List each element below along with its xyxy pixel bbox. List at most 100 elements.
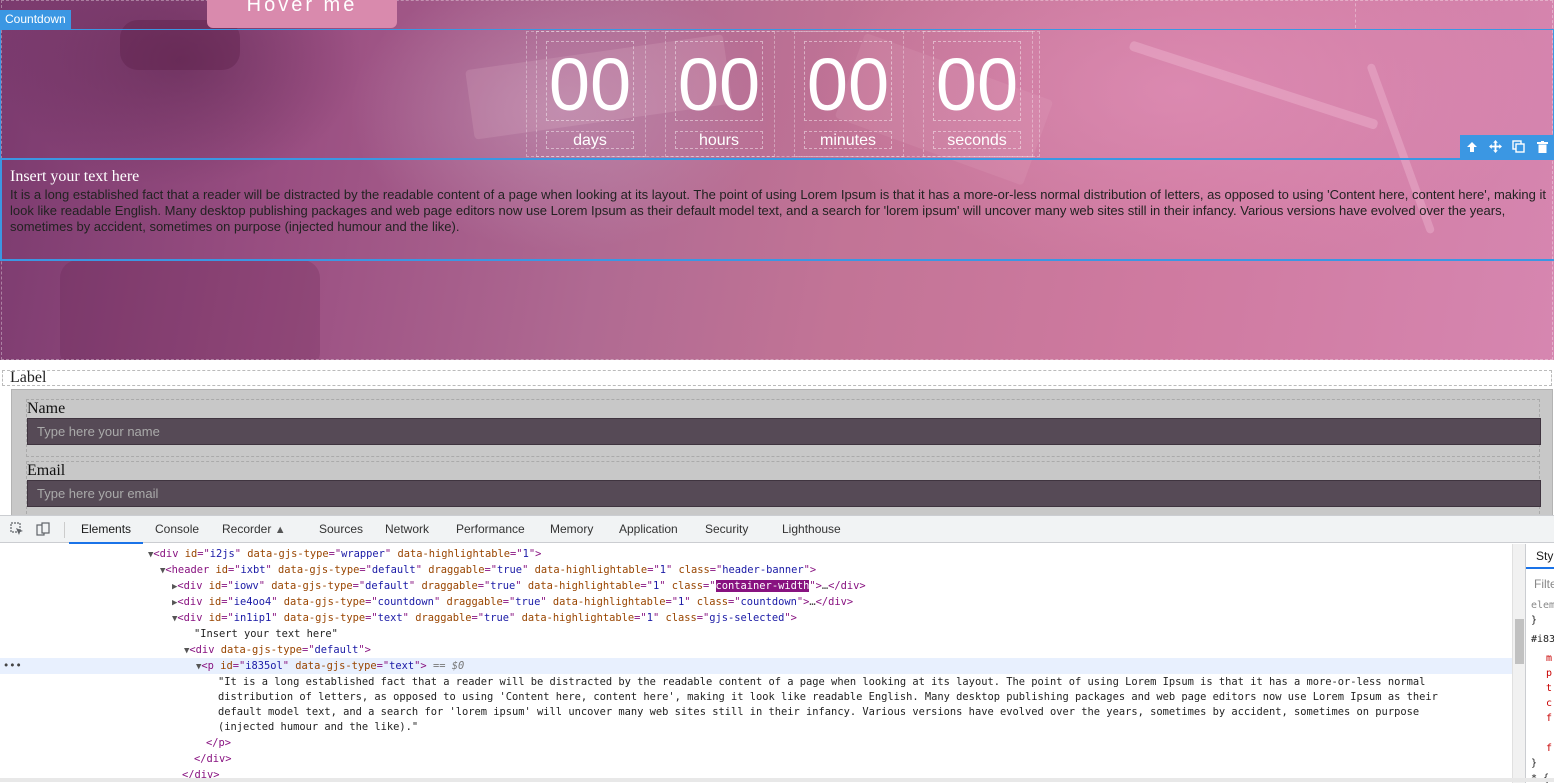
dom-node-selected[interactable]: •••▼<p id="i835ol" data-gjs-type="text">…	[0, 658, 1512, 674]
attr-value: ixbt	[241, 564, 266, 576]
attr-value: i2js	[210, 548, 235, 560]
tab-memory[interactable]: Memory	[550, 516, 593, 543]
tab-elements[interactable]: Elements	[81, 516, 131, 543]
dom-tree[interactable]: ▼<div id="i2js" data-gjs-type="wrapper" …	[0, 544, 1512, 783]
countdown-minutes[interactable]: 00 minutes	[794, 31, 904, 157]
editor-canvas[interactable]: Hover me Countdown 00 days 00 hours 00 m…	[0, 0, 1554, 515]
text-block-paragraph[interactable]: It is a long established fact that a rea…	[10, 187, 1554, 235]
attr-value: in1ip1	[234, 612, 272, 624]
tab-lighthouse[interactable]: Lighthouse	[782, 516, 841, 543]
email-input[interactable]: Type here your email	[27, 480, 1541, 507]
flask-icon: ▲	[275, 524, 286, 536]
tab-security[interactable]: Security	[705, 516, 748, 543]
attr-value: iowv	[234, 580, 259, 592]
attr-value: gjs-selected	[709, 612, 784, 624]
attr-value: true	[515, 596, 540, 608]
email-label: Email	[27, 462, 65, 480]
text-block[interactable]: Insert your text here It is a long estab…	[0, 158, 1554, 260]
arrow-up-icon[interactable]	[1460, 135, 1484, 158]
styles-pane[interactable]: Styl Filte elem } #i83 m p t c f f } * {	[1525, 544, 1554, 783]
dom-text-node[interactable]: default model text, and a search for 'lo…	[0, 704, 1512, 720]
attr-value: text	[389, 660, 414, 672]
dom-node[interactable]: ▶<div id="iowv" data-gjs-type="default" …	[0, 578, 1512, 594]
dom-node[interactable]: ▼<div id="i2js" data-gjs-type="wrapper" …	[0, 546, 1512, 562]
dom-node[interactable]: ▼<div id="in1ip1" data-gjs-type="text" d…	[0, 610, 1512, 626]
name-label: Name	[27, 400, 65, 418]
devtools-tabbar: Elements Console Recorder ▲ Sources Netw…	[0, 516, 1554, 543]
bottom-edge	[0, 778, 1554, 782]
name-input[interactable]: Type here your name	[27, 418, 1541, 445]
styles-line: f	[1546, 713, 1552, 724]
move-icon[interactable]	[1484, 135, 1508, 158]
countdown-seconds[interactable]: 00 seconds	[923, 31, 1033, 157]
component-badge: Countdown	[0, 10, 71, 29]
tab-application[interactable]: Application	[619, 516, 678, 543]
attr-value: i835ol	[245, 660, 283, 672]
styles-line: #i83	[1531, 634, 1554, 645]
attr-value: ie4oo4	[234, 596, 272, 608]
attr-value: countdown	[378, 596, 434, 608]
label-outline	[2, 370, 1552, 386]
copy-icon[interactable]	[1507, 135, 1531, 158]
inspect-element-icon[interactable]	[8, 520, 26, 538]
tab-sources[interactable]: Sources	[319, 516, 363, 543]
dom-node[interactable]: ▶<div id="ie4oo4" data-gjs-type="countdo…	[0, 594, 1512, 610]
styles-line: elem	[1531, 600, 1554, 611]
tab-network[interactable]: Network	[385, 516, 429, 543]
styles-line: t	[1546, 683, 1552, 694]
tab-recorder-label: Recorder	[222, 522, 271, 536]
attr-value: true	[497, 564, 522, 576]
tab-console[interactable]: Console	[155, 516, 199, 543]
dom-text-node[interactable]: "Insert your text here"	[0, 626, 1512, 642]
styles-line: p	[1546, 668, 1552, 679]
countdown-days-label: days	[546, 131, 634, 149]
dom-node[interactable]: ▼<div data-gjs-type="default">	[0, 642, 1512, 658]
attr-value: default	[365, 580, 409, 592]
dom-close-tag[interactable]: </p>	[0, 735, 1512, 751]
device-toolbar-icon[interactable]	[34, 520, 52, 538]
styles-line: m	[1546, 653, 1552, 664]
text-node-value: "Insert your text here"	[194, 628, 338, 640]
scrollbar-thumb[interactable]	[1515, 619, 1524, 664]
search-highlight: container-width	[716, 580, 810, 592]
dom-close-tag[interactable]: </div>	[0, 751, 1512, 767]
dom-text-node[interactable]: distribution of letters, as opposed to u…	[0, 689, 1512, 705]
dom-text-node[interactable]: (injected humour and the like)."	[0, 719, 1512, 735]
dom-text-node[interactable]: "It is a long established fact that a re…	[0, 674, 1512, 690]
name-field-group: Name Type here your name	[26, 399, 1540, 457]
container-outline	[1355, 0, 1356, 28]
countdown-hours-label: hours	[675, 131, 763, 149]
countdown-minutes-label: minutes	[804, 131, 892, 149]
dom-node[interactable]: ▼<header id="ixbt" data-gjs-type="defaul…	[0, 562, 1512, 578]
countdown-hours[interactable]: 00 hours	[665, 31, 775, 157]
tab-performance[interactable]: Performance	[456, 516, 525, 543]
devtools-panel: Elements Console Recorder ▲ Sources Netw…	[0, 515, 1554, 782]
tab-styles[interactable]: Styl	[1526, 544, 1554, 569]
console-ref: == $0	[433, 660, 464, 672]
attr-value: default	[315, 644, 359, 656]
component-toolbar	[1460, 135, 1554, 158]
styles-filter-input[interactable]: Filte	[1534, 577, 1554, 591]
countdown-seconds-value: 00	[933, 41, 1021, 121]
email-field-group: Email Type here your email	[26, 461, 1540, 515]
delete-icon[interactable]	[1531, 135, 1554, 158]
form-label[interactable]: Label	[10, 369, 46, 387]
styles-line: }	[1531, 615, 1537, 626]
text-block-title[interactable]: Insert your text here	[10, 168, 139, 186]
attr-value: header-banner	[722, 564, 803, 576]
dom-scrollbar[interactable]	[1512, 544, 1525, 783]
attr-value: text	[378, 612, 403, 624]
hover-me-button[interactable]: Hover me	[207, 0, 397, 28]
countdown-days[interactable]: 00 days	[536, 31, 646, 157]
styles-line: c	[1546, 698, 1552, 709]
more-options-icon[interactable]: •••	[0, 658, 196, 674]
paragraph-text-line: (injected humour and the like)."	[218, 721, 418, 733]
attr-value: countdown	[741, 596, 797, 608]
styles-line: }	[1531, 758, 1537, 769]
toolbar-divider	[64, 522, 65, 538]
contact-form[interactable]: Name Type here your name Email Type here…	[11, 389, 1553, 515]
tab-recorder[interactable]: Recorder ▲	[222, 516, 286, 543]
styles-line: f	[1546, 743, 1552, 754]
countdown-hours-value: 00	[675, 41, 763, 121]
countdown-minutes-value: 00	[804, 41, 892, 121]
